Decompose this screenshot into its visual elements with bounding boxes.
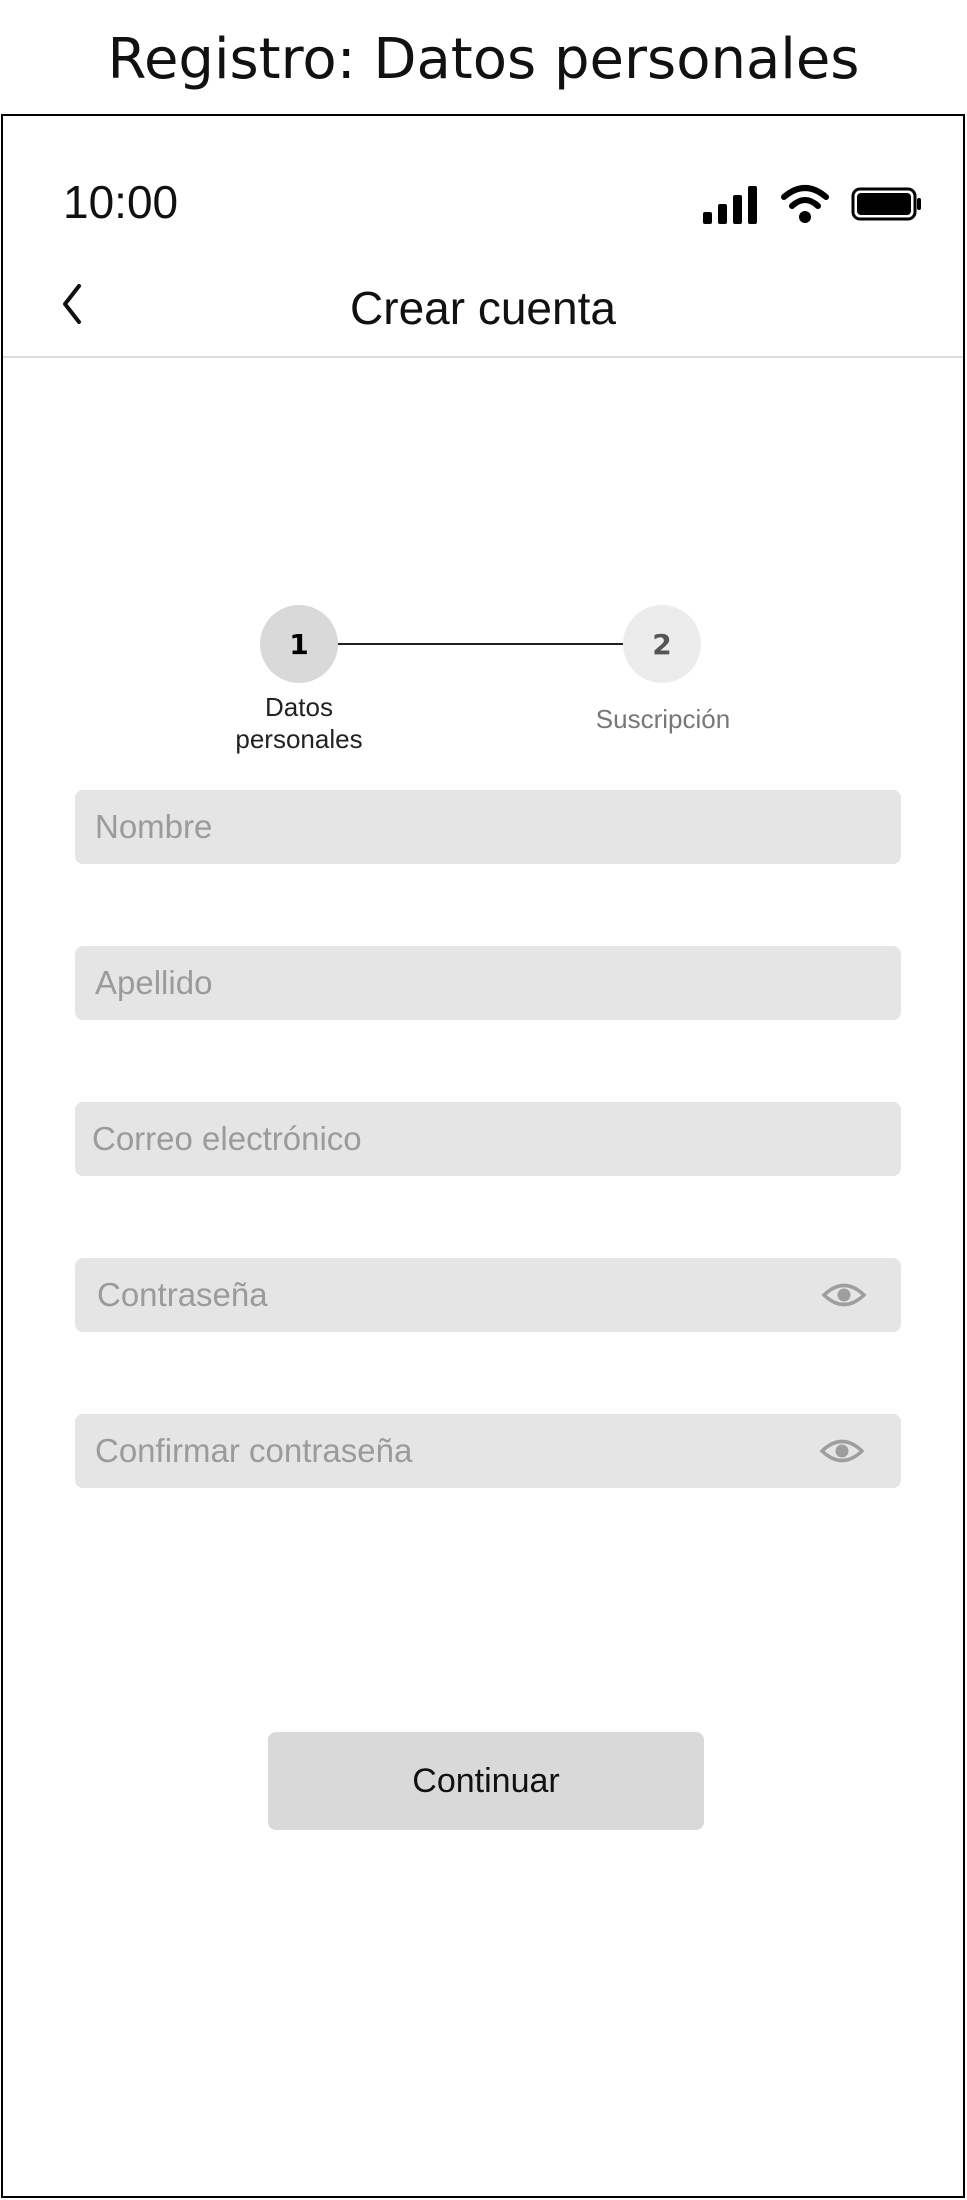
- first-name-field: [75, 790, 901, 864]
- continue-button[interactable]: Continuar: [268, 1732, 704, 1830]
- page-title: Crear cuenta: [350, 282, 616, 334]
- eye-icon[interactable]: [821, 1280, 867, 1310]
- first-name-input[interactable]: [75, 790, 901, 864]
- eye-icon[interactable]: [819, 1436, 865, 1466]
- step-1-indicator: 1: [260, 605, 338, 683]
- wifi-icon: [781, 185, 829, 223]
- confirm-password-input[interactable]: [75, 1414, 901, 1488]
- step-2-indicator: 2: [623, 605, 701, 683]
- step-1-label-line1: Datos: [265, 692, 333, 722]
- step-1-label-line2: personales: [235, 724, 363, 754]
- status-icons: [703, 184, 923, 226]
- status-time: 10:00: [63, 176, 179, 228]
- battery-icon: [851, 187, 921, 221]
- last-name-input[interactable]: [75, 946, 901, 1020]
- step-connector: [338, 643, 623, 645]
- nav-bar: Crear cuenta: [3, 256, 963, 358]
- status-bar: 10:00: [3, 116, 963, 256]
- email-input[interactable]: [75, 1102, 901, 1176]
- page-caption: Registro: Datos personales: [107, 27, 860, 92]
- step-1-label: Datos personales: [199, 691, 399, 755]
- progress-stepper: 1 2 Datos personales Suscripción: [3, 491, 963, 754]
- password-field: [75, 1258, 901, 1332]
- email-field: [75, 1102, 901, 1176]
- phone-frame: 10:00 Crear cuenta 1 2 Datos personales …: [1, 114, 965, 2198]
- password-input[interactable]: [75, 1258, 901, 1332]
- confirm-password-field: [75, 1414, 901, 1488]
- last-name-field: [75, 946, 901, 1020]
- step-2-label: Suscripción: [595, 704, 731, 734]
- signal-icon: [703, 186, 757, 224]
